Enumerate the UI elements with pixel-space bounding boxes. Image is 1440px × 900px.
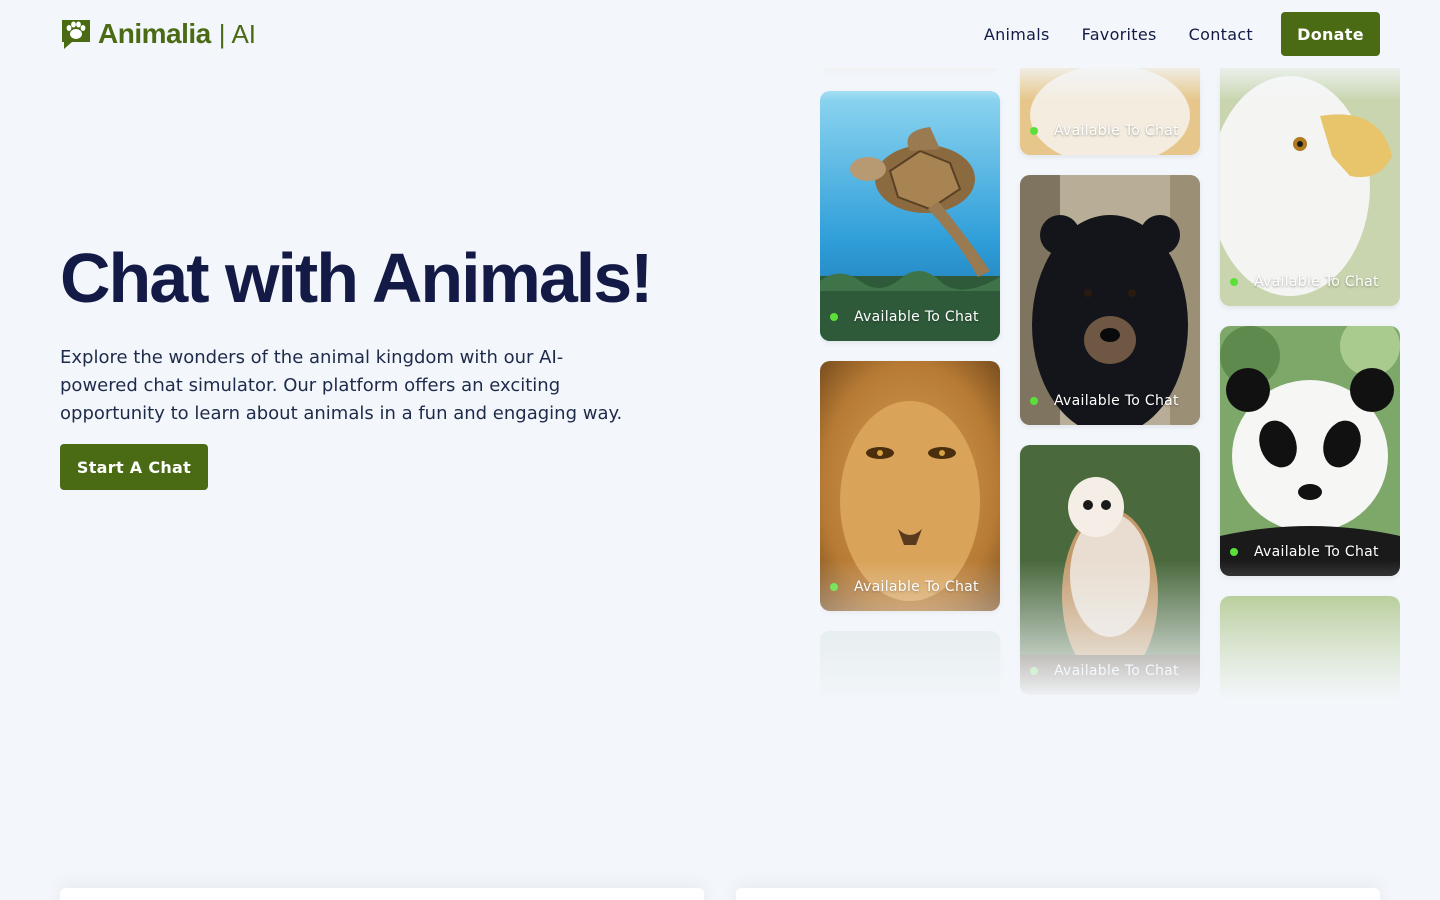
chat-status: Available To Chat (1030, 393, 1179, 409)
chat-status: Available To Chat (1230, 274, 1379, 290)
chat-status-label: Available To Chat (1254, 274, 1379, 290)
animal-card-panda[interactable]: Available To Chat (1220, 326, 1400, 576)
animal-card-bald-eagle[interactable]: Available To Chat (1220, 56, 1400, 306)
online-indicator-icon (1030, 127, 1038, 135)
black-bear-image (1020, 175, 1200, 425)
chat-status: Available To Chat (830, 309, 979, 325)
chat-status-label: Available To Chat (1254, 544, 1379, 560)
brand-name: Animalia (98, 18, 211, 49)
hero-title: Chat with Animals! (60, 239, 653, 317)
animal-card-lion[interactable]: Available To Chat (820, 361, 1000, 611)
nav-link-animals[interactable]: Animals (984, 25, 1050, 44)
animal-card-sea-turtle[interactable]: Available To Chat (820, 91, 1000, 341)
sea-turtle-image (820, 91, 1000, 341)
brand-suffix: AI (231, 18, 257, 49)
online-indicator-icon (1030, 667, 1038, 675)
online-indicator-icon (1230, 548, 1238, 556)
hero-description: Explore the wonders of the animal kingdo… (60, 347, 623, 424)
online-indicator-icon (830, 583, 838, 591)
main-nav: Animals Favorites Contact Donate (984, 12, 1380, 56)
chat-status: Available To Chat (1230, 544, 1379, 560)
chat-status: Available To Chat (1030, 123, 1179, 139)
chat-status-label: Available To Chat (1054, 663, 1179, 679)
chat-status-label: Available To Chat (1054, 123, 1179, 139)
animal-card-barn-owl[interactable]: Available To Chat (1020, 445, 1200, 695)
chat-status: Available To Chat (1030, 663, 1179, 679)
brand-separator: | (218, 18, 226, 49)
online-indicator-icon (1230, 278, 1238, 286)
animal-card-black-bear[interactable]: Available To Chat (1020, 175, 1200, 425)
chat-status-label: Available To Chat (1054, 393, 1179, 409)
bald-eagle-image (1220, 56, 1400, 306)
nav-link-contact[interactable]: Contact (1189, 25, 1253, 44)
brand-logo[interactable]: Animalia | AI (60, 18, 256, 50)
online-indicator-icon (1030, 397, 1038, 405)
feature-card-left (60, 888, 704, 900)
chat-status: Available To Chat (830, 579, 979, 595)
paw-chat-logo-icon (62, 20, 90, 49)
donate-button[interactable]: Donate (1281, 12, 1380, 56)
chat-status-label: Available To Chat (854, 579, 979, 595)
chat-status-label: Available To Chat (854, 309, 979, 325)
site-header: Animalia | AI Animals Favorites Contact … (0, 0, 1440, 68)
feature-card-right (736, 888, 1380, 900)
animal-gallery: Available To Chat Available To Chat Avai… (820, 0, 1400, 700)
lion-image (820, 361, 1000, 611)
start-chat-button[interactable]: Start A Chat (60, 444, 208, 490)
online-indicator-icon (830, 313, 838, 321)
animal-card-bottom-col3[interactable] (1220, 596, 1400, 700)
nav-link-favorites[interactable]: Favorites (1082, 25, 1157, 44)
animal-card-bottom-col1[interactable] (820, 631, 1000, 700)
barn-owl-image (1020, 445, 1200, 695)
panda-image (1220, 326, 1400, 576)
